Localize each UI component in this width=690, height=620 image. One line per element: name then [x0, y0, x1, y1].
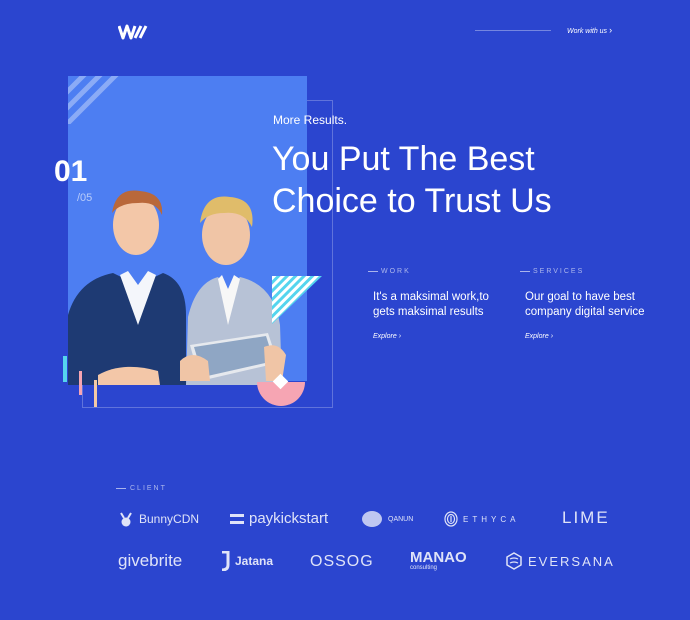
chevron-right-icon: › — [398, 333, 402, 340]
headline-line-2: Choice to Trust Us — [272, 182, 552, 220]
feature-text-line1: Our goal to have best — [525, 291, 635, 303]
peach-bar-decor — [94, 380, 97, 407]
cyan-bar-decor — [63, 356, 67, 382]
client-logo-ethyca[interactable]: ETHYCA — [444, 511, 519, 527]
striped-triangle-decor — [272, 276, 322, 324]
stripes-decor — [68, 76, 119, 124]
headline-line-1: You Put The Best — [272, 140, 535, 178]
bunny-icon — [120, 512, 132, 527]
client-section-label: CLIENT — [116, 485, 167, 492]
feature-text-line2: gets maksimal results — [373, 305, 484, 318]
feature-label-text: SERVICES — [533, 268, 585, 275]
slide-total-count: /05 — [77, 192, 93, 204]
feature-description: It's a maksimal work,to gets maksimal re… — [373, 290, 518, 319]
chevron-right-icon: › — [609, 25, 613, 35]
client-logo-text: ETHYCA — [463, 514, 520, 524]
client-logo-paykickstart[interactable]: paykickstart — [230, 510, 328, 527]
client-logo-text: BunnyCDN — [139, 512, 200, 526]
client-logo-text: MANAO — [410, 549, 467, 566]
client-logo-text: Jatana — [235, 554, 274, 568]
client-logo-text: paykickstart — [249, 510, 329, 527]
feature-label: SERVICES — [520, 268, 670, 275]
work-with-us-label: Work with us — [567, 28, 608, 35]
client-logo-jatana[interactable]: Jatana — [220, 551, 273, 571]
qanun-icon — [362, 511, 382, 527]
client-logo-givebrite[interactable]: givebrite — [118, 551, 182, 571]
feature-text-line2: company digital service — [525, 305, 645, 318]
slide-current-number: 01 — [54, 155, 88, 188]
feature-label-text: WORK — [381, 268, 411, 275]
chevron-right-icon: › — [550, 333, 554, 340]
brand-logo-icon[interactable] — [117, 22, 150, 40]
feature-services: SERVICES Our goal to have best company d… — [520, 268, 670, 340]
client-logo-manao[interactable]: MANAO consulting — [410, 549, 467, 572]
eversana-icon — [506, 552, 522, 570]
client-logo-text: givebrite — [118, 551, 183, 570]
jatana-icon — [221, 551, 230, 571]
work-with-us-link[interactable]: Work with us › — [567, 25, 612, 35]
feature-label: WORK — [368, 268, 518, 275]
feature-description: Our goal to have best company digital se… — [525, 290, 670, 319]
hero-headline: You Put The Best Choice to Trust Us — [272, 138, 602, 222]
feature-text-line1: It's a maksimal work,to — [373, 291, 489, 303]
client-logo-qanun[interactable]: QANUN — [361, 510, 413, 528]
explore-label: Explore — [373, 333, 397, 340]
explore-services-link[interactable]: Explore › — [525, 333, 670, 340]
client-logo-text: LIME — [562, 508, 610, 527]
explore-work-link[interactable]: Explore › — [373, 333, 518, 340]
client-logo-text: EVERSANA — [528, 553, 615, 569]
client-logo-bunnycdn[interactable]: BunnyCDN — [118, 511, 199, 527]
client-logo-text: QANUN — [388, 515, 414, 523]
paykickstart-icon — [230, 513, 244, 524]
nav-divider — [475, 30, 551, 31]
feature-work: WORK It's a maksimal work,to gets maksim… — [368, 268, 518, 340]
hero-eyebrow: More Results. — [273, 113, 348, 127]
pink-bar-decor — [79, 371, 82, 395]
client-logo-text: OSSOG — [310, 553, 374, 570]
client-logo-lime[interactable]: LIME — [562, 508, 610, 528]
explore-label: Explore — [525, 333, 549, 340]
client-logo-subtext: consulting — [410, 565, 438, 571]
client-logo-osso[interactable]: OSSOG — [310, 553, 374, 571]
fingerprint-icon — [444, 511, 458, 527]
client-logo-eversana[interactable]: EVERSANA — [505, 552, 615, 570]
client-label-text: CLIENT — [130, 485, 167, 492]
